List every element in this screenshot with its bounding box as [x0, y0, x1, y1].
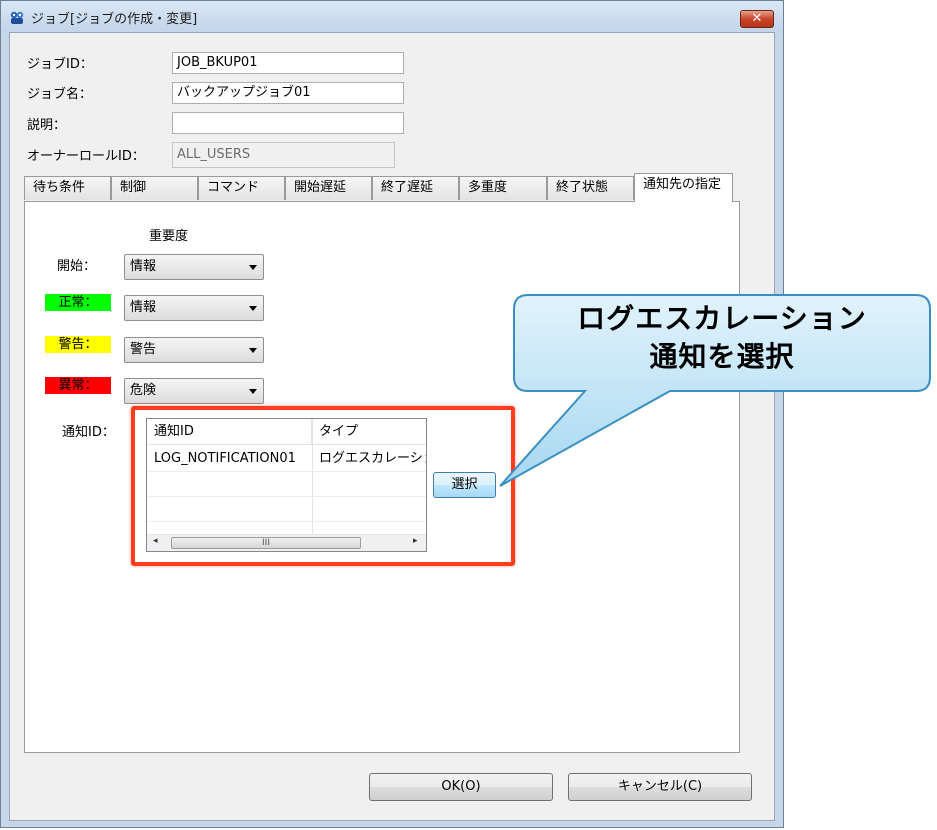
select-button[interactable]: 選択: [433, 472, 496, 498]
callout-line-1: ログエスカレーション: [577, 302, 867, 335]
scroll-left-icon[interactable]: ◂: [153, 536, 158, 546]
severity-start-value: 情報: [130, 259, 157, 274]
row-divider: [147, 496, 426, 497]
tab-start-delay[interactable]: 開始遅延: [285, 176, 372, 200]
severity-warning-label: 警告：: [45, 336, 111, 353]
description-label: 説明：: [27, 118, 67, 133]
close-button[interactable]: ✕: [740, 10, 774, 28]
window-title: ジョブ[ジョブの作成・変更]: [31, 12, 198, 27]
severity-warning-value: 警告: [130, 342, 157, 357]
tab-wait-condition[interactable]: 待ち条件: [24, 176, 111, 200]
severity-critical-value: 危険: [130, 383, 157, 398]
severity-normal-label: 正常：: [45, 294, 111, 311]
job-name-label: ジョブ名：: [27, 87, 93, 102]
severity-normal-select[interactable]: 情報: [124, 295, 264, 321]
table-row-type[interactable]: ログエスカレーション: [312, 446, 426, 472]
severity-start-select[interactable]: 情報: [124, 254, 264, 280]
callout-text: ログエスカレーション 通知を選択: [514, 300, 930, 390]
scrollbar-thumb[interactable]: III: [171, 537, 361, 549]
job-name-input[interactable]: バックアップジョブ01: [172, 82, 404, 104]
chevron-down-icon: [249, 265, 257, 270]
column-header-notify-id[interactable]: 通知ID: [147, 419, 312, 445]
severity-normal-value: 情報: [130, 300, 157, 315]
severity-critical-select[interactable]: 危険: [124, 378, 264, 404]
tab-notification-target[interactable]: 通知先の指定: [634, 173, 733, 202]
chevron-down-icon: [249, 389, 257, 394]
severity-start-label: 開始：: [57, 259, 97, 274]
callout-line-2: 通知を選択: [649, 340, 795, 373]
job-id-input[interactable]: JOB_BKUP01: [172, 52, 404, 74]
severity-warning-select[interactable]: 警告: [124, 337, 264, 363]
tab-control[interactable]: 制御: [111, 176, 198, 200]
job-app-icon: [10, 11, 24, 24]
description-input[interactable]: [172, 112, 404, 134]
row-divider: [147, 521, 426, 522]
row-divider: [147, 471, 426, 472]
tab-end-status[interactable]: 終了状態: [547, 176, 634, 200]
chevron-down-icon: [249, 348, 257, 353]
notify-id-label: 通知ID：: [62, 425, 115, 440]
tab-end-delay[interactable]: 終了遅延: [372, 176, 459, 200]
column-divider: [312, 419, 313, 534]
tab-multiplicity[interactable]: 多重度: [459, 176, 547, 200]
table-row-notify-id[interactable]: LOG_NOTIFICATION01: [147, 446, 312, 472]
title-bar[interactable]: ジョブ[ジョブの作成・変更] ✕: [1, 1, 783, 31]
job-id-label: ジョブID：: [27, 57, 93, 72]
owner-role-label: オーナーロールID：: [27, 149, 145, 164]
column-header-type[interactable]: タイプ: [312, 419, 426, 445]
tab-command[interactable]: コマンド: [198, 176, 285, 200]
horizontal-scrollbar[interactable]: ◂ III ▸: [147, 534, 426, 551]
scroll-right-icon[interactable]: ▸: [413, 536, 418, 546]
ok-button[interactable]: OK(O): [369, 773, 553, 801]
cancel-button[interactable]: キャンセル(C): [568, 773, 752, 801]
owner-role-input: ALL_USERS: [172, 142, 395, 168]
close-icon: ✕: [751, 11, 763, 26]
notification-table[interactable]: 通知ID タイプ LOG_NOTIFICATION01 ログエスカレーション ◂…: [146, 418, 427, 552]
severity-critical-label: 異常：: [45, 377, 111, 394]
severity-header: 重要度: [149, 229, 189, 244]
chevron-down-icon: [249, 306, 257, 311]
